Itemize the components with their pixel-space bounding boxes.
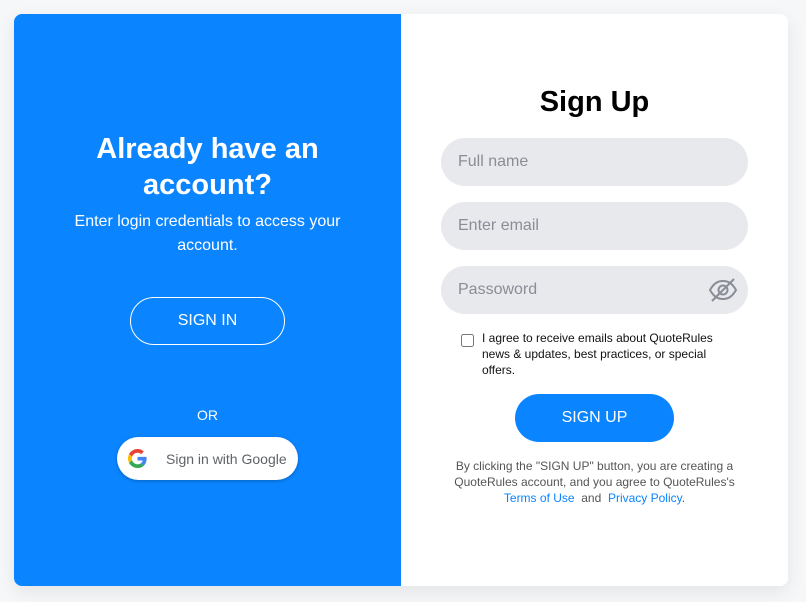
eye-slash-icon[interactable] — [708, 277, 738, 303]
google-g-icon — [128, 449, 147, 468]
email-consent-checkbox[interactable] — [461, 334, 474, 347]
email-consent-label: I agree to receive emails about QuoteRul… — [482, 331, 713, 377]
login-panel: Already have an account? Enter login cre… — [14, 14, 401, 586]
legal-period: . — [681, 491, 686, 505]
google-sign-in-label: Sign in with Google — [166, 450, 287, 467]
terms-of-use-link[interactable]: Terms of Use — [504, 491, 575, 505]
signup-card: Already have an account? Enter login cre… — [14, 14, 788, 586]
legal-and-text: and — [581, 491, 602, 505]
or-divider: OR — [197, 407, 218, 423]
legal-notice: By clicking the "SIGN UP" button, you ar… — [437, 458, 752, 506]
signup-panel: Sign Up I agree to receive emails about … — [401, 14, 788, 586]
full-name-input[interactable] — [441, 138, 748, 186]
signup-title: Sign Up — [539, 86, 650, 118]
login-subtext: Enter login credentials to access your a… — [74, 213, 341, 254]
privacy-policy-link[interactable]: Privacy Policy — [608, 491, 682, 505]
login-heading: Already have an account? — [96, 133, 319, 201]
email-input[interactable] — [441, 202, 748, 250]
sign-up-button[interactable]: SIGN UP — [515, 394, 674, 442]
password-input[interactable] — [441, 266, 748, 314]
sign-in-button[interactable]: SIGN IN — [130, 297, 285, 345]
google-sign-in-button[interactable]: Sign in with Google — [117, 437, 298, 480]
legal-text: By clicking the "SIGN UP" button, you ar… — [454, 459, 735, 489]
